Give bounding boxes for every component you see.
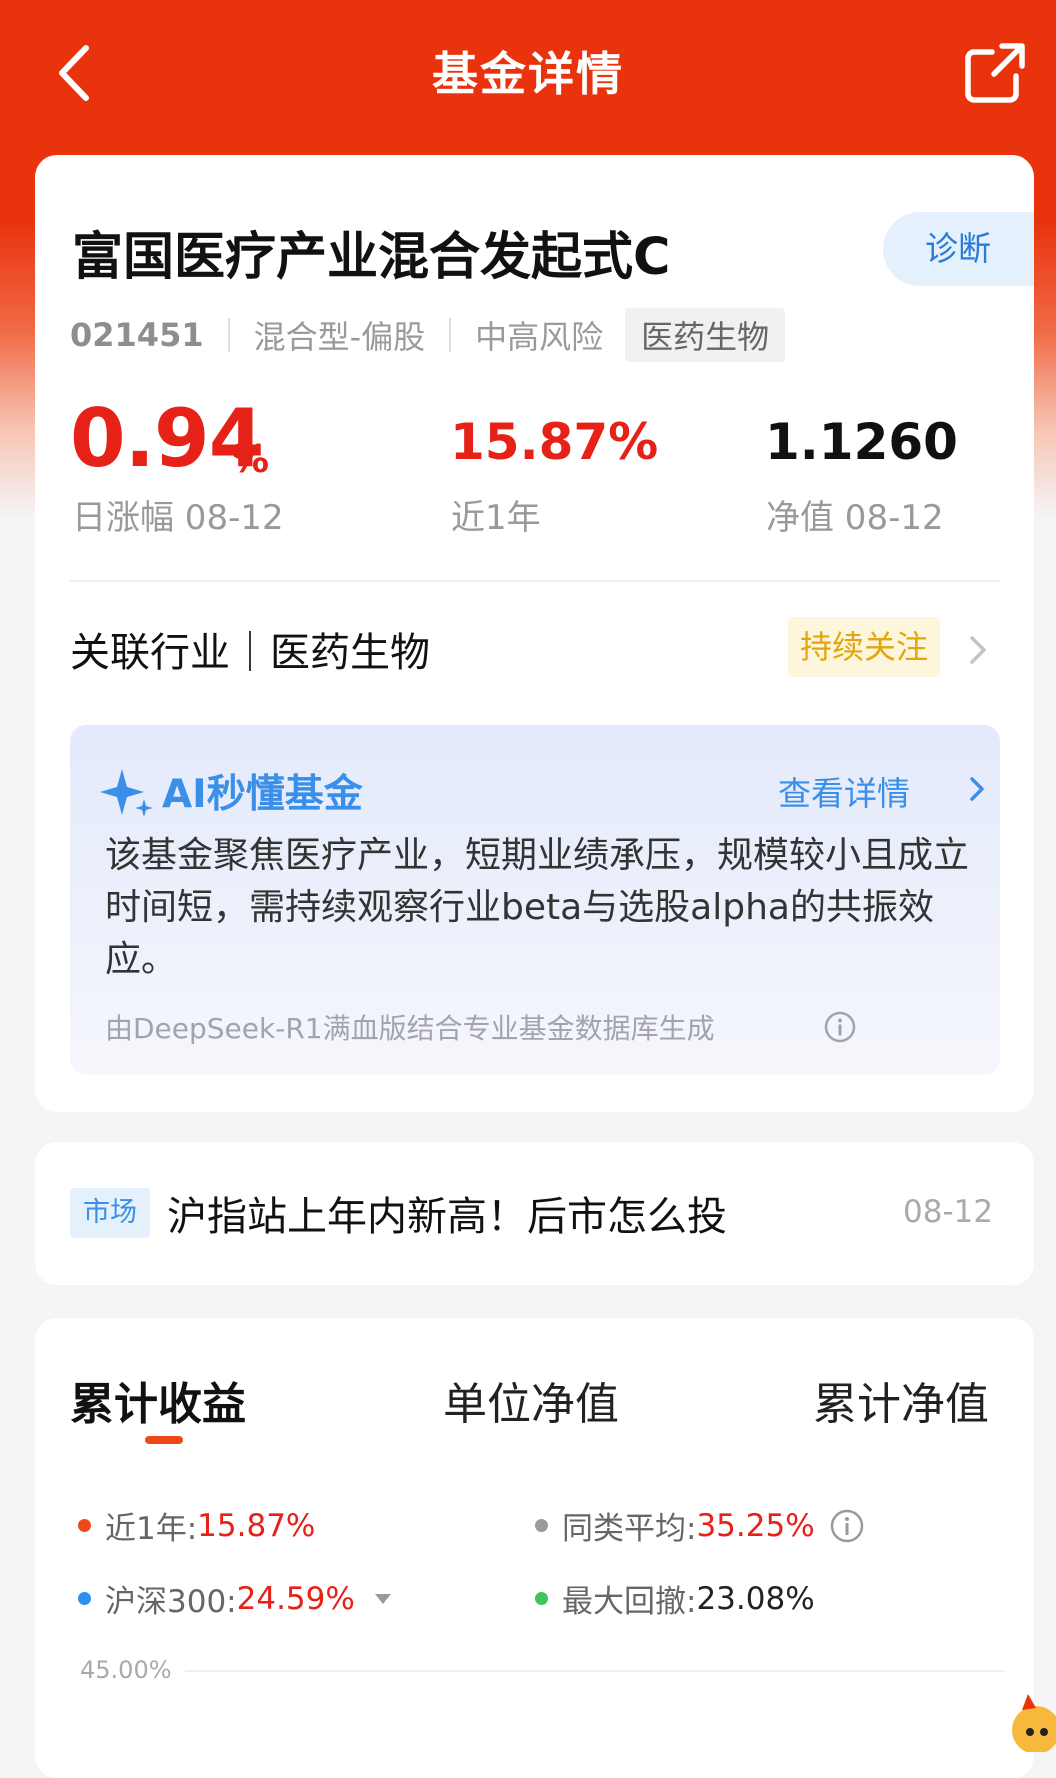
legend-item: 近1年: 15.87%	[78, 1503, 315, 1548]
legend-dot	[78, 1592, 91, 1605]
diagnose-button[interactable]: 诊断	[883, 212, 1034, 286]
legend-value: 23.08%	[696, 1580, 815, 1617]
tab-cumulative-return[interactable]: 累计收益	[70, 1368, 246, 1432]
one-year-return-label: 近1年	[451, 498, 541, 538]
y-axis-tick: 45.00%	[80, 1656, 172, 1684]
related-industry[interactable]: 关联行业｜医药生物	[70, 620, 430, 678]
legend-dot	[535, 1592, 548, 1605]
ai-summary-panel: AI秒懂基金 查看详情 该基金聚焦医疗产业，短期业绩承压，规模较小且成立时间短，…	[70, 725, 1000, 1075]
daily-change-unit: %	[231, 437, 270, 481]
legend-label: 近1年:	[105, 1511, 198, 1547]
share-icon	[965, 43, 1025, 103]
news-tag: 市场	[70, 1188, 150, 1238]
legend-item: 同类平均: 35.25%	[535, 1503, 865, 1548]
one-year-return-value: 15.87%	[450, 413, 659, 471]
ai-summary-text: 该基金聚焦医疗产业，短期业绩承压，规模较小且成立时间短，需持续观察行业beta与…	[105, 835, 970, 980]
legend-value: 15.87%	[197, 1507, 316, 1544]
legend-label: 同类平均:	[562, 1511, 697, 1547]
news-title[interactable]: 沪指站上年内新高！后市怎么投	[167, 1184, 727, 1242]
nav-value: 1.1260	[765, 413, 958, 471]
performance-card: 累计收益 单位净值 累计净值 近1年: 15.87% 同类平均: 35.25% …	[35, 1318, 1034, 1778]
fund-meta: 021451 混合型-偏股 中高风险 医药生物	[70, 308, 786, 362]
sector-tag[interactable]: 医药生物	[625, 308, 786, 362]
legend-value: 35.25%	[696, 1507, 815, 1544]
legend-label: 沪深300:	[105, 1584, 237, 1620]
divider	[449, 318, 452, 352]
ai-title: AI秒懂基金	[162, 772, 363, 817]
fund-summary-card: 富国医疗产业混合发起式C 诊断 021451 混合型-偏股 中高风险 医药生物 …	[35, 155, 1034, 1112]
news-card[interactable]: 市场 沪指站上年内新高！后市怎么投 08-12	[35, 1142, 1034, 1285]
fund-type: 混合型-偏股	[253, 318, 426, 356]
legend-item: 最大回撤: 23.08%	[535, 1576, 815, 1621]
section-divider	[70, 580, 1000, 582]
active-tab-indicator	[145, 1436, 183, 1444]
caret-down-icon[interactable]	[373, 1592, 393, 1606]
chart-gridline	[185, 1670, 1005, 1672]
chevron-right-icon[interactable]	[963, 630, 993, 670]
divider	[227, 318, 230, 352]
legend-label: 最大回撤:	[562, 1584, 697, 1620]
top-bar: 基金详情	[0, 0, 1056, 145]
tab-unit-nav[interactable]: 单位净值	[443, 1368, 619, 1432]
info-icon[interactable]	[823, 1010, 857, 1044]
daily-change-label: 日涨幅 08-12	[72, 498, 284, 538]
legend-item[interactable]: 沪深300: 24.59%	[78, 1576, 393, 1621]
legend-value: 24.59%	[236, 1580, 355, 1617]
info-icon[interactable]	[829, 1508, 865, 1544]
tab-cumulative-nav[interactable]: 累计净值	[813, 1368, 989, 1432]
nav-label: 净值 08-12	[766, 498, 944, 538]
mascot-icon[interactable]	[1000, 1690, 1056, 1752]
fund-risk: 中高风险	[475, 318, 604, 356]
chevron-right-icon[interactable]	[967, 773, 987, 805]
ai-source-note: 由DeepSeek-R1满血版结合专业基金数据库生成	[105, 1012, 715, 1045]
follow-button[interactable]: 持续关注	[788, 617, 940, 677]
sparkle-icon	[100, 769, 153, 817]
news-date: 08-12	[903, 1194, 994, 1230]
page-title: 基金详情	[432, 47, 624, 101]
fund-code: 021451	[70, 316, 204, 354]
view-details-link[interactable]: 查看详情	[778, 767, 910, 815]
legend-dot	[78, 1519, 91, 1532]
fund-name: 富国医疗产业混合发起式C	[72, 228, 671, 287]
share-button[interactable]	[962, 40, 1028, 106]
legend-dot	[535, 1519, 548, 1532]
